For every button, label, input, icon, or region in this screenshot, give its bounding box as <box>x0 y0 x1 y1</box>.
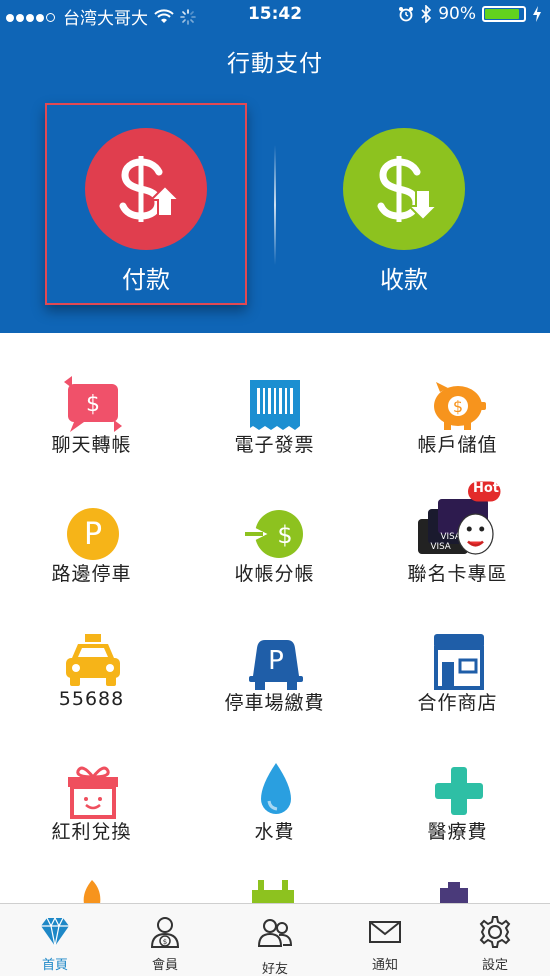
calendar-icon <box>252 880 294 904</box>
receive-label[interactable]: 收款 <box>304 260 504 295</box>
grid-label: 合作商店 <box>417 692 498 714</box>
grid-item-medical-fee[interactable]: 醫療費 <box>366 721 549 849</box>
svg-text:$: $ <box>277 521 292 549</box>
grid-item-partner-store[interactable]: 合作商店 <box>366 592 549 720</box>
svg-text:$: $ <box>86 392 100 417</box>
tab-notifications[interactable]: 通知 <box>330 904 440 976</box>
tab-home[interactable]: 首頁 <box>0 904 110 976</box>
dollar-down-arrow-icon <box>377 156 440 222</box>
member-icon: $ <box>150 917 180 948</box>
grid-item-taxi[interactable]: 55688 <box>0 592 183 720</box>
svg-text:P: P <box>84 517 102 552</box>
page-title: 行動支付 <box>227 51 323 77</box>
svg-text:$: $ <box>163 938 167 946</box>
bluetooth-icon <box>421 5 432 23</box>
grid-item-e-invoice[interactable]: 電子發票 <box>183 334 366 462</box>
tab-label: 設定 <box>481 958 508 973</box>
grid-item-chat-transfer[interactable]: $ 聊天轉帳 <box>0 334 183 462</box>
grid-label: 聊天轉帳 <box>51 434 132 456</box>
grid-item-water-bill[interactable]: 水費 <box>183 721 366 849</box>
grid-item-co-brand-card[interactable]: VISA VISA Hot 聯名卡專區 <box>366 463 549 591</box>
alarm-icon <box>399 7 414 22</box>
tab-label: 好友 <box>261 962 288 976</box>
gear-icon <box>479 916 511 948</box>
tab-label: 通知 <box>371 958 398 973</box>
flame-icon <box>83 880 101 904</box>
svg-text:$: $ <box>453 397 463 416</box>
grid-label: 醫療費 <box>427 821 488 843</box>
grid-item-bonus-redeem[interactable]: 紅利兌換 <box>0 721 183 849</box>
grid-item-parking-lot[interactable]: P 停車場繳費 <box>183 592 366 720</box>
dollar-up-arrow-icon <box>119 156 182 222</box>
grid-label: 帳戶儲值 <box>417 434 498 456</box>
status-right: 90% <box>398 4 542 24</box>
receive-button[interactable] <box>343 128 465 250</box>
grid-label: 路邊停車 <box>51 563 132 585</box>
grid-item-street-parking[interactable]: P 路邊停車 <box>0 463 183 591</box>
status-bar: 台湾大哥大 15:42 90% <box>0 0 550 32</box>
header-panel: 台湾大哥大 15:42 90% 行動支付 付款 收款 <box>0 0 550 333</box>
svg-text:VISA: VISA <box>431 542 451 552</box>
friends-icon <box>257 919 293 947</box>
mobile-payment-screen: 台湾大哥大 15:42 90% 行動支付 付款 收款 $ 聊天轉帳 電子發票 $… <box>0 0 550 976</box>
tab-settings[interactable]: 設定 <box>440 904 550 976</box>
grid-label: 停車場繳費 <box>224 692 325 714</box>
grid-item-account-topup[interactable]: $ 帳戶儲值 <box>366 334 549 462</box>
divider <box>274 145 276 265</box>
diamond-icon <box>41 916 69 947</box>
pay-circle[interactable] <box>85 128 207 250</box>
battery-percentage: 90% <box>438 4 476 24</box>
mail-icon <box>369 921 401 943</box>
grid-label: 紅利兌換 <box>51 821 132 843</box>
grid-label: 聯名卡專區 <box>407 563 508 585</box>
grid-label: 電子發票 <box>234 434 315 456</box>
tab-friends[interactable]: 好友 <box>220 904 330 976</box>
tab-member[interactable]: $ 會員 <box>110 904 220 976</box>
building-icon <box>440 882 468 904</box>
svg-text:P: P <box>268 646 284 676</box>
tab-label: 首頁 <box>41 958 68 973</box>
tab-label: 會員 <box>151 958 178 973</box>
grid-item-split-bill[interactable]: $ 收帳分帳 <box>183 463 366 591</box>
pay-label[interactable]: 付款 <box>46 260 246 295</box>
grid-label: 55688 <box>58 688 125 710</box>
grid-label: 水費 <box>254 821 295 843</box>
battery-level <box>485 9 519 19</box>
charging-bolt-icon <box>533 6 541 22</box>
tab-bar: 首頁 $ 會員 好友 通知 設定 <box>0 903 550 976</box>
grid-label: 收帳分帳 <box>234 563 315 585</box>
battery-icon <box>482 6 526 22</box>
hot-badge: Hot <box>472 481 500 496</box>
